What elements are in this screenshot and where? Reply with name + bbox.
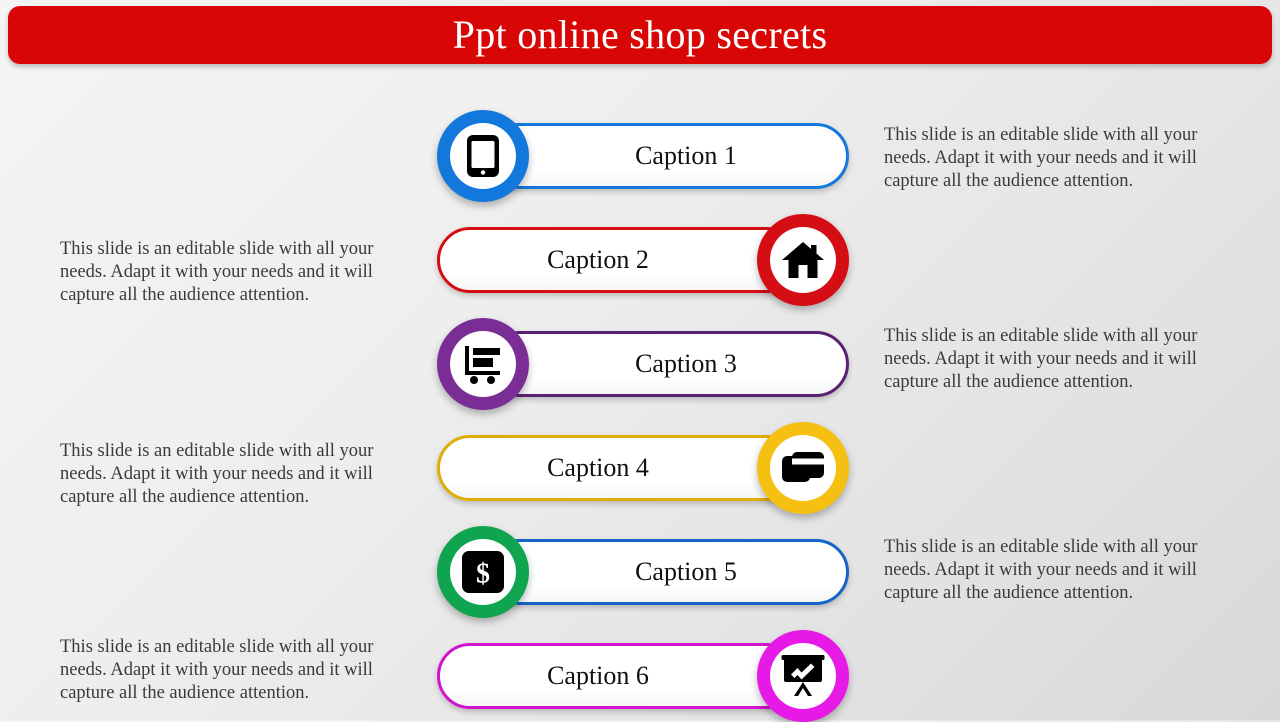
caption-pill[interactable]: Caption 4 <box>437 435 799 501</box>
icon-badge[interactable] <box>757 422 849 514</box>
caption-label: Caption 1 <box>635 141 737 170</box>
description-paragraph: This slide is an editable slide with all… <box>884 326 1198 392</box>
caption-row[interactable]: Caption 1 <box>437 110 849 202</box>
description-paragraph: This slide is an editable slide with all… <box>884 125 1198 191</box>
caption-pill[interactable]: Caption 2 <box>437 227 799 293</box>
description-paragraph: This slide is an editable slide with all… <box>884 537 1198 603</box>
caption-pill[interactable]: Caption 3 <box>487 331 849 397</box>
credit-card-icon <box>770 435 836 501</box>
shopping-cart-icon <box>450 331 516 397</box>
icon-badge[interactable] <box>757 214 849 306</box>
icon-badge[interactable] <box>757 630 849 722</box>
slide-canvas: Ppt online shop secrets Caption 1 Caption… <box>0 0 1280 722</box>
smartphone-icon <box>450 123 516 189</box>
caption-row[interactable]: Caption 5 $ <box>437 526 849 618</box>
caption-label: Caption 6 <box>547 661 649 690</box>
dollar-icon: $ <box>450 539 516 605</box>
description-paragraph: This slide is an editable slide with all… <box>60 637 374 703</box>
icon-badge[interactable] <box>437 110 529 202</box>
svg-text:$: $ <box>476 559 490 590</box>
caption-row[interactable]: Caption 6 <box>437 630 849 722</box>
home-icon <box>770 227 836 293</box>
caption-label: Caption 3 <box>635 349 737 378</box>
description-paragraph: This slide is an editable slide with all… <box>60 239 374 305</box>
caption-pill[interactable]: Caption 6 <box>437 643 799 709</box>
caption-row[interactable]: Caption 4 <box>437 422 849 514</box>
presentation-chart-icon <box>770 643 836 709</box>
icon-badge[interactable] <box>437 318 529 410</box>
caption-label: Caption 2 <box>547 245 649 274</box>
caption-row[interactable]: Caption 3 <box>437 318 849 410</box>
caption-pill[interactable]: Caption 5 <box>487 539 849 605</box>
caption-label: Caption 4 <box>547 453 649 482</box>
caption-pill[interactable]: Caption 1 <box>487 123 849 189</box>
icon-badge[interactable]: $ <box>437 526 529 618</box>
caption-label: Caption 5 <box>635 557 737 586</box>
description-paragraph: This slide is an editable slide with all… <box>60 441 374 507</box>
caption-row[interactable]: Caption 2 <box>437 214 849 306</box>
